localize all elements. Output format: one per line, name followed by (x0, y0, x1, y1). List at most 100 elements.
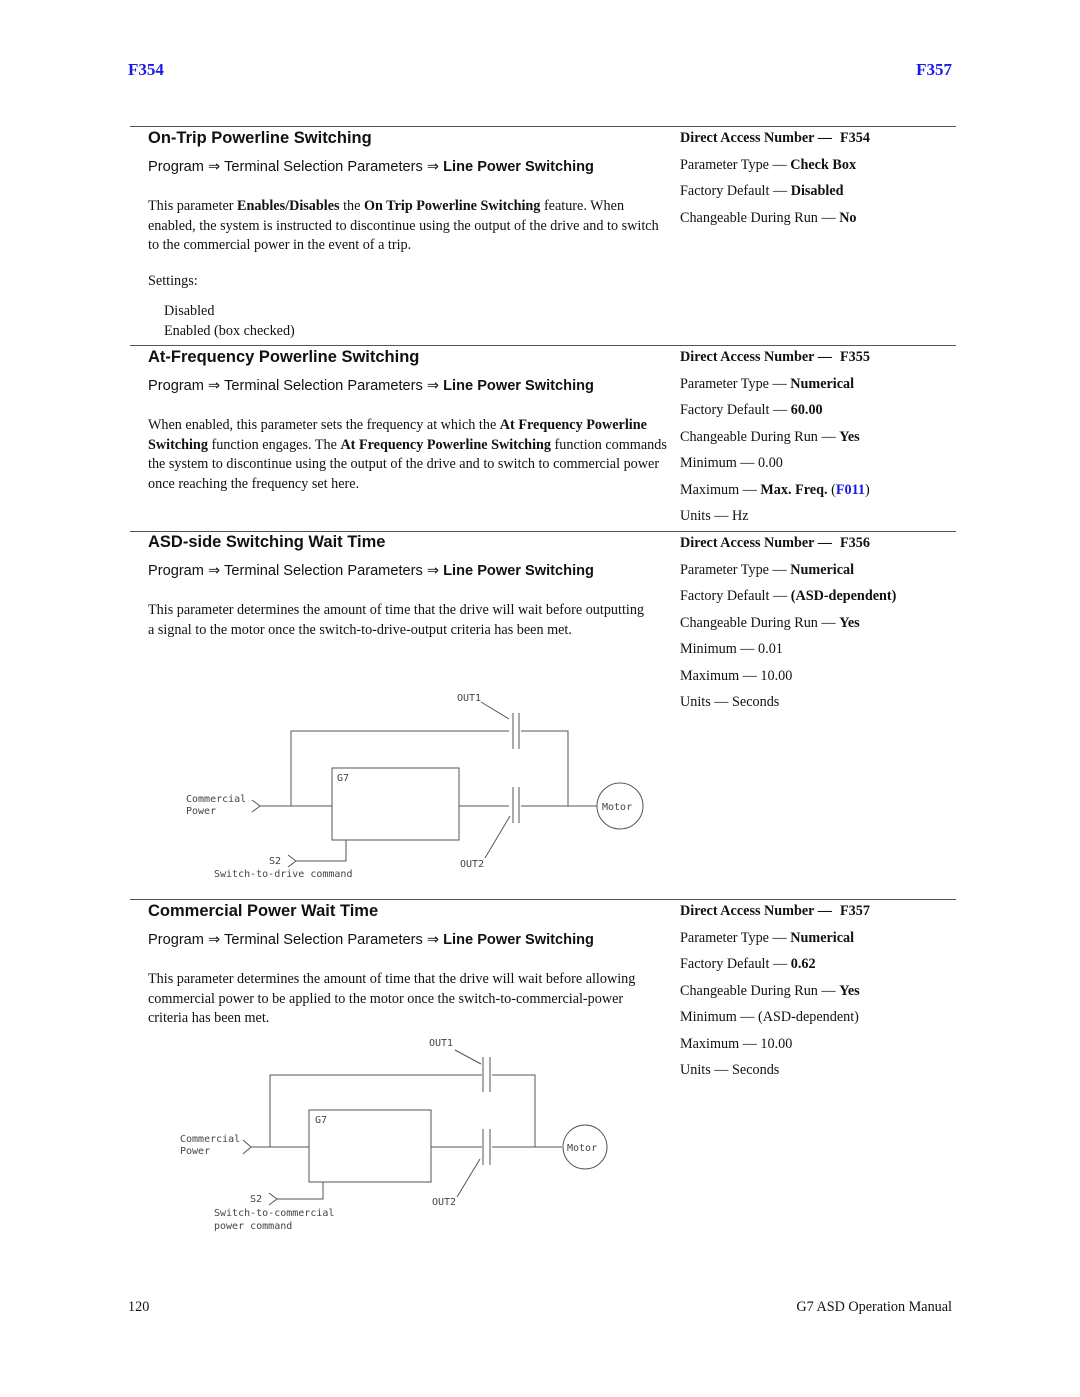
maximum-value: Maximum — 10.00 (680, 667, 793, 684)
factory-default: Factory Default — (ASD-dependent) (680, 588, 897, 604)
g7-drive-box (308, 1109, 432, 1183)
menu-path: Program ⇒ Terminal Selection Parameters … (148, 377, 594, 394)
path-program: Program (148, 159, 204, 175)
path-terminal-selection: Terminal Selection Parameters (224, 159, 423, 175)
menu-path: Program ⇒ Terminal Selection Parameters … (148, 158, 594, 175)
commercial-power-arrow-icon (242, 1139, 252, 1155)
emphasis-text: Enables/Disables (237, 198, 340, 214)
settings-list: Disabled Enabled (box checked) (164, 301, 295, 341)
emphasis-text: At Frequency Powerline Switching (340, 436, 551, 453)
g7-drive-box (331, 767, 460, 841)
path-program: Program (148, 563, 204, 579)
manual-title: G7 ASD Operation Manual (796, 1299, 952, 1315)
wire (492, 1074, 536, 1147)
minimum-value: Minimum — 0.01 (680, 641, 783, 657)
parameter-type: Parameter Type — Numerical (680, 929, 855, 946)
out1-label: OUT1 (429, 1038, 453, 1049)
header-right-code: F357 (916, 60, 952, 79)
changeable-during-run: Changeable During Run — Yes (680, 614, 860, 631)
section-divider (130, 345, 956, 346)
setting-option: Enabled (box checked) (164, 323, 295, 339)
units: Units — Hz (680, 508, 749, 524)
s2-label: S2 (269, 856, 281, 867)
path-arrow-icon: ⇒ (208, 378, 221, 394)
path-arrow-icon: ⇒ (426, 159, 440, 175)
factory-default: Factory Default — 60.00 (680, 402, 823, 418)
out1-pointer (480, 701, 510, 720)
direct-access-number: Direct Access Number — F355 (680, 349, 870, 365)
units: Units — Seconds (680, 1062, 780, 1078)
wiring-diagram-switch-to-commercial: OUT1 OUT2 G7 Commercial Power Motor S2 S… (180, 1038, 608, 1232)
path-arrow-icon: ⇒ (208, 932, 221, 948)
g7-label: G7 (337, 773, 349, 784)
wire (521, 730, 569, 806)
parameter-type: Parameter Type — Numerical (680, 375, 855, 392)
wiring-diagram-switch-to-drive: OUT1 OUT2 G7 Commercial Power Motor S2 S… (186, 693, 644, 880)
wire (269, 1074, 482, 1147)
path-line-power-switching: Line Power Switching (443, 563, 594, 579)
settings-label: Settings: (148, 273, 198, 289)
factory-default: Factory Default — Disabled (680, 183, 844, 199)
motor-label: Motor (567, 1143, 597, 1154)
section-title: ASD-side Switching Wait Time (148, 533, 386, 551)
commercial-power-label: Commercial (186, 794, 246, 805)
motor-label: Motor (602, 802, 632, 813)
s2-arrow-icon (268, 1192, 278, 1206)
command-label: power command (214, 1221, 292, 1232)
direct-access-number: Direct Access Number — F357 (680, 903, 870, 919)
path-terminal-selection: Terminal Selection Parameters (224, 932, 423, 948)
section-title: On-Trip Powerline Switching (148, 129, 372, 147)
g7-label: G7 (315, 1115, 327, 1126)
emphasis-text: On Trip Powerline Switching (363, 198, 541, 214)
path-terminal-selection: Terminal Selection Parameters (224, 563, 423, 579)
factory-default: Factory Default — 0.62 (680, 956, 816, 972)
section-title: Commercial Power Wait Time (148, 902, 379, 920)
command-label: Switch-to-drive command (214, 869, 352, 880)
page-number: 120 (128, 1299, 150, 1315)
changeable-during-run: Changeable During Run — Yes (680, 982, 860, 999)
commercial-power-arrow-icon (251, 799, 261, 813)
f011-link[interactable]: F011 (836, 482, 865, 498)
maximum-value: Maximum — Max. Freq. (F011) (680, 481, 870, 498)
minimum-value: Minimum — (ASD-dependent) (680, 1009, 859, 1025)
path-arrow-icon: ⇒ (426, 378, 440, 394)
out2-label: OUT2 (432, 1197, 456, 1208)
out2-pointer (456, 1158, 481, 1198)
commercial-power-label: Commercial (180, 1134, 240, 1145)
s2-label: S2 (250, 1194, 262, 1205)
commercial-power-label: Power (186, 806, 216, 817)
wire (277, 1182, 324, 1200)
command-label: Switch-to-commercial (214, 1208, 334, 1219)
out2-pointer (484, 815, 511, 859)
commercial-power-label: Power (180, 1146, 210, 1157)
path-arrow-icon: ⇒ (208, 563, 221, 579)
section-description: This parameter Enables/Disables the On T… (148, 198, 659, 253)
path-line-power-switching: Line Power Switching (443, 159, 594, 175)
section-divider (130, 899, 956, 900)
direct-access-number: Direct Access Number — F356 (680, 535, 870, 551)
parameter-type: Parameter Type — Check Box (680, 156, 857, 173)
out1-pointer (454, 1049, 482, 1065)
path-terminal-selection: Terminal Selection Parameters (224, 378, 423, 394)
section-description: When enabled, this parameter sets the fr… (148, 417, 667, 492)
section-divider (130, 531, 956, 532)
menu-path: Program ⇒ Terminal Selection Parameters … (148, 931, 594, 948)
wire (296, 840, 347, 862)
s2-arrow-icon (287, 854, 297, 868)
parameter-properties: Direct Access Number — F355 Parameter Typ… (680, 347, 870, 533)
path-program: Program (148, 378, 204, 394)
parameter-properties: Direct Access Number — F356 Parameter Typ… (680, 533, 896, 719)
section-description: This parameter determines the amount of … (148, 971, 636, 1026)
parameter-type: Parameter Type — Numerical (680, 561, 855, 578)
units: Units — Seconds (680, 694, 780, 710)
out2-label: OUT2 (460, 859, 484, 870)
header-left-code: F354 (128, 60, 164, 79)
path-line-power-switching: Line Power Switching (443, 932, 594, 948)
changeable-during-run: Changeable During Run — Yes (680, 428, 860, 445)
parameter-properties: Direct Access Number — F354 Parameter Typ… (680, 128, 870, 234)
section-divider (130, 126, 956, 127)
section-description: This parameter determines the amount of … (148, 602, 645, 638)
path-arrow-icon: ⇒ (426, 563, 440, 579)
path-program: Program (148, 932, 204, 948)
changeable-during-run: Changeable During Run — No (680, 209, 857, 226)
